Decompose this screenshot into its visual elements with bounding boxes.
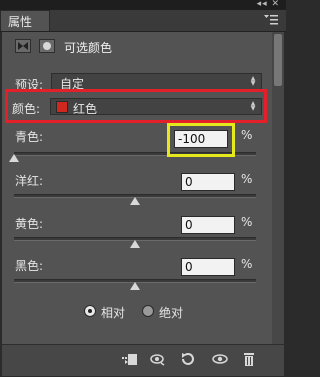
magenta-label: 洋红: bbox=[15, 174, 44, 188]
yellow-value-input[interactable]: 0 bbox=[181, 216, 235, 234]
adjustment-layer-icon[interactable] bbox=[15, 39, 31, 53]
collapse-close-controls[interactable]: ◂◂ ✕ bbox=[257, 0, 280, 9]
window-title-bar bbox=[0, 0, 286, 10]
panel-title: 可选颜色 bbox=[64, 41, 113, 55]
cyan-value-highlight-box bbox=[167, 123, 235, 157]
scrollbar-thumb[interactable] bbox=[274, 34, 282, 86]
colors-highlight-box bbox=[5, 89, 267, 123]
visibility-eye-icon[interactable] bbox=[212, 352, 228, 366]
relative-label: 相对 bbox=[101, 306, 126, 320]
yellow-slider-thumb[interactable] bbox=[130, 240, 140, 248]
black-unit: % bbox=[241, 257, 253, 271]
tab-properties-label: 属性 bbox=[8, 15, 33, 29]
clip-to-layer-icon[interactable] bbox=[122, 352, 138, 366]
black-value-input[interactable]: 0 bbox=[181, 258, 235, 276]
cyan-label: 青色: bbox=[15, 130, 44, 144]
preset-dropdown-arrows-icon: ▲ ▼ bbox=[250, 75, 256, 87]
magenta-value-input[interactable]: 0 bbox=[181, 173, 235, 191]
layer-mask-icon[interactable] bbox=[39, 39, 55, 53]
absolute-radio[interactable] bbox=[142, 305, 154, 317]
black-label: 黑色: bbox=[15, 259, 44, 273]
radio-selected-dot bbox=[88, 309, 92, 313]
reset-icon[interactable] bbox=[180, 352, 196, 366]
cyan-unit: % bbox=[241, 128, 253, 142]
delete-trash-icon[interactable] bbox=[241, 352, 257, 366]
yellow-unit: % bbox=[241, 215, 253, 229]
magenta-unit: % bbox=[241, 172, 253, 186]
absolute-label: 绝对 bbox=[159, 306, 184, 320]
relative-radio[interactable] bbox=[84, 305, 96, 317]
view-previous-state-icon[interactable] bbox=[150, 352, 166, 366]
black-slider-thumb[interactable] bbox=[130, 282, 140, 290]
panel-menu-icon[interactable] bbox=[264, 14, 278, 26]
cyan-slider-thumb[interactable] bbox=[9, 154, 19, 162]
magenta-slider-thumb[interactable] bbox=[130, 197, 140, 205]
yellow-label: 黄色: bbox=[15, 217, 44, 231]
